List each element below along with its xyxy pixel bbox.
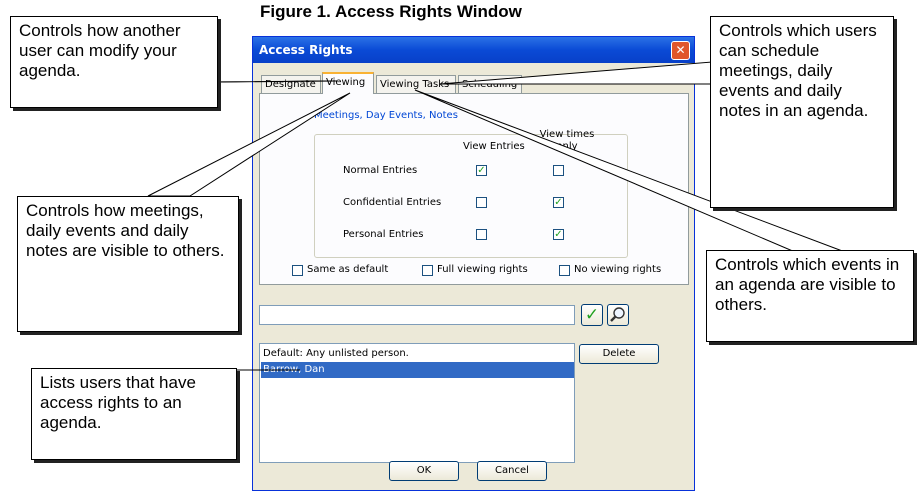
no-viewing-rights-checkbox[interactable] xyxy=(559,265,570,276)
title-bar: Access Rights ✕ xyxy=(253,37,694,63)
col-view-entries: View Entries xyxy=(463,141,525,152)
callout-visible: Controls how meetings, daily events and … xyxy=(17,196,239,332)
tab-designate[interactable]: Designate xyxy=(261,75,321,93)
row-label: Confidential Entries xyxy=(343,197,442,208)
full-viewing-rights-checkbox[interactable] xyxy=(422,265,433,276)
confidential-view-entries-checkbox[interactable] xyxy=(476,197,487,208)
col-view-times: View times only xyxy=(539,129,595,151)
delete-button[interactable]: Delete xyxy=(579,344,659,364)
user-search-input[interactable] xyxy=(259,305,575,325)
full-viewing-rights-label: Full viewing rights xyxy=(437,264,528,275)
no-viewing-rights-label: No viewing rights xyxy=(574,264,662,275)
window-title: Access Rights xyxy=(259,43,353,57)
normal-view-times-checkbox[interactable] xyxy=(553,165,564,176)
entries-group: View Entries View times only Normal Entr… xyxy=(314,129,628,258)
same-as-default-label: Same as default xyxy=(307,264,389,275)
personal-view-times-checkbox[interactable]: ✓ xyxy=(553,229,564,240)
confidential-view-times-checkbox[interactable]: ✓ xyxy=(553,197,564,208)
checkmark-icon: ✓ xyxy=(584,305,600,325)
callout-events: Controls which events in an agenda are v… xyxy=(706,250,914,342)
close-button[interactable]: ✕ xyxy=(671,41,690,60)
callout-lists: Lists users that have access rights to a… xyxy=(31,368,237,460)
tab-viewing-tasks[interactable]: Viewing Tasks xyxy=(376,75,456,93)
normal-view-entries-checkbox[interactable]: ✓ xyxy=(476,165,487,176)
row-label: Normal Entries xyxy=(343,165,418,176)
callout-schedule: Controls which users can schedule meetin… xyxy=(710,16,894,208)
access-rights-dialog: Access Rights ✕ Designate Viewing Viewin… xyxy=(252,36,695,491)
tab-scheduling[interactable]: Scheduling xyxy=(458,75,522,93)
callout-modify: Controls how another user can modify you… xyxy=(10,16,218,108)
users-list[interactable]: Default: Any unlisted person. Barrow, Da… xyxy=(259,343,575,463)
same-as-default-checkbox[interactable] xyxy=(292,265,303,276)
figure-caption: Figure 1. Access Rights Window xyxy=(260,2,522,21)
viewing-tab-panel: Meetings, Day Events, Notes View Entries… xyxy=(259,93,689,285)
cancel-button[interactable]: Cancel xyxy=(477,461,547,481)
magnifier-icon xyxy=(610,307,625,322)
tab-viewing[interactable]: Viewing xyxy=(322,72,374,94)
ok-button[interactable]: OK xyxy=(389,461,459,481)
group-label: Meetings, Day Events, Notes xyxy=(314,110,458,121)
find-user-button[interactable] xyxy=(607,304,629,326)
confirm-user-button[interactable]: ✓ xyxy=(581,304,603,326)
list-item[interactable]: Default: Any unlisted person. xyxy=(261,346,574,362)
personal-view-entries-checkbox[interactable] xyxy=(476,229,487,240)
row-label: Personal Entries xyxy=(343,229,424,240)
list-item-selected[interactable]: Barrow, Dan xyxy=(261,362,574,378)
